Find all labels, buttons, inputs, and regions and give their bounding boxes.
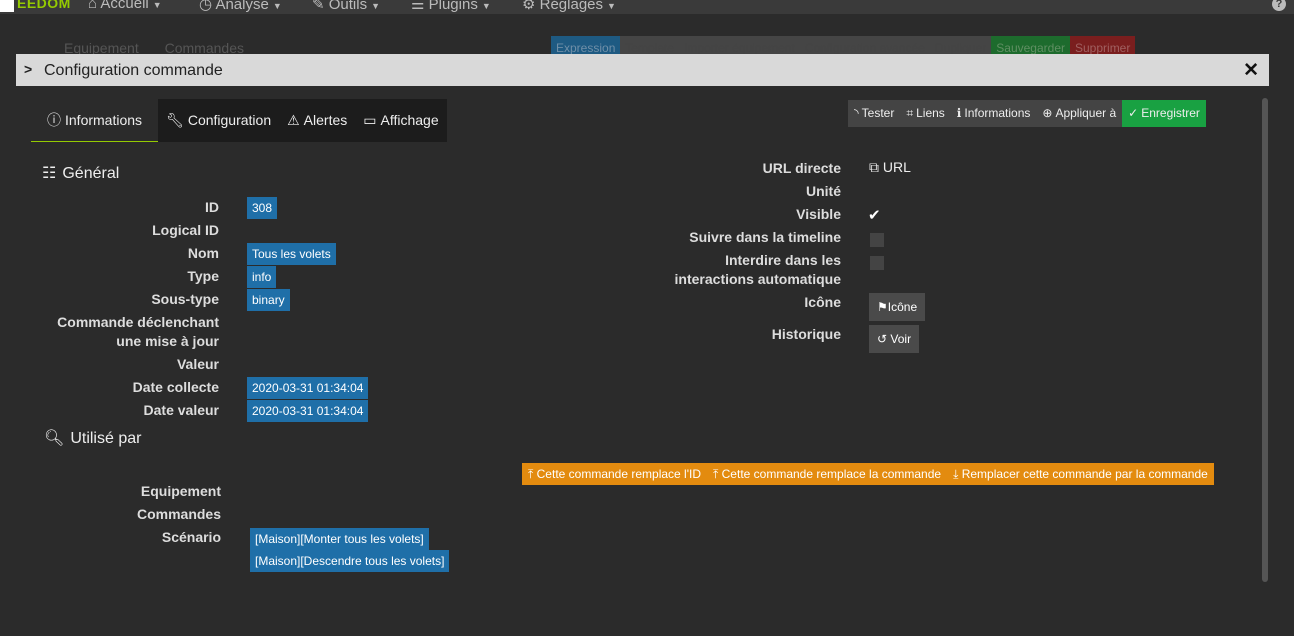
rss-icon: ◝ (854, 106, 859, 120)
unite-label: Unité (806, 183, 841, 199)
history-view-button[interactable]: ↺ Voir (869, 325, 920, 353)
interdire-label: Interdire dans les interactions automatiq… (674, 252, 841, 287)
replace-by-command-button[interactable]: ⤓ Remplacer cette commande par la comman… (947, 463, 1214, 485)
scenario-link[interactable]: [Maison][Monter tous les volets] (250, 528, 429, 550)
close-icon[interactable]: ✕ (1243, 59, 1259, 82)
apply-to-button[interactable]: ⊕ Appliquer à (1036, 100, 1123, 127)
plus-circle-icon: ⊕ (1042, 106, 1053, 120)
date-valeur-value: 2020-03-31 01:34:04 (247, 400, 369, 422)
replace-buttons: ⤒ Cette commande remplace l'ID ⤒ Cette c… (522, 463, 1214, 485)
help-icon[interactable]: ? (1272, 0, 1286, 11)
date-collecte-value: 2020-03-31 01:34:04 (247, 377, 369, 399)
informations-button[interactable]: ℹ Informations (950, 100, 1037, 127)
info-circle-icon: ⓘ (47, 112, 61, 128)
valeur-label: Valeur (176, 356, 219, 372)
upload-icon: ⤒ (713, 467, 722, 481)
top-navbar: EEDOM ⌂ Accueil ▼ ◷ Analyse ▼ ✎ Outils ▼ ☰ … (0, 0, 1294, 14)
wrench-icon: ✎ (312, 0, 329, 13)
flag-icon: ⚑ (877, 300, 888, 314)
save-button[interactable]: ✓ Enregistrer (1122, 100, 1206, 127)
check-circle-icon: ✓ (1128, 106, 1139, 120)
soustype-value: binary (247, 289, 290, 311)
caret-down-icon: ▼ (607, 1, 616, 11)
replace-command-button[interactable]: ⤒ Cette commande remplace la commande (707, 463, 947, 485)
nav-analyse[interactable]: ◷ Analyse ▼ (199, 0, 282, 13)
history-icon: ↺ (877, 332, 891, 346)
app-logo[interactable]: EEDOM (0, 0, 71, 14)
logical-id-label: Logical ID (152, 222, 219, 238)
download-icon: ⤓ (953, 467, 962, 481)
modal-header: > Configuration commande ✕ (16, 54, 1269, 86)
desktop-icon: ▭ (363, 112, 377, 128)
modal-scrollbar[interactable] (1262, 98, 1268, 582)
external-link-icon: ⧉ (869, 159, 883, 175)
section-general-title: ☷ Général (42, 165, 120, 182)
gear-icon: ⚙ (522, 0, 540, 13)
nav-reglages[interactable]: ⚙ Réglages ▼ (522, 0, 616, 13)
warning-icon: ⚠ (287, 112, 300, 128)
tab-informations[interactable]: ⓘ Informations (31, 99, 159, 142)
commandes-label: Commandes (136, 506, 221, 522)
search-icon: 🔍︎ (44, 430, 65, 447)
logo-mark-icon (0, 0, 14, 12)
trigger-label: Commande déclenchant une mise à jour (57, 314, 219, 349)
upload-icon: ⤒ (528, 467, 537, 481)
tab-affichage[interactable]: ▭ Affichage (355, 99, 447, 142)
tab-alertes[interactable]: ⚠ Alertes (279, 99, 356, 142)
nom-label: Nom (187, 245, 219, 261)
icone-label: Icône (804, 294, 841, 310)
id-value: 308 (247, 197, 278, 219)
scenario-label: Scénario (161, 529, 221, 545)
modal-title: Configuration commande (44, 62, 223, 79)
caret-down-icon: ▼ (152, 0, 162, 10)
date-valeur-label: Date valeur (143, 402, 219, 418)
chevron-right-icon: > (24, 61, 33, 77)
links-button[interactable]: ⌗ Liens (900, 100, 951, 127)
tab-configuration[interactable]: 🔧︎ Configuration (158, 99, 280, 142)
url-link[interactable]: ⧉ URL (869, 159, 911, 176)
type-value: info (247, 266, 277, 288)
id-label: ID (205, 199, 219, 215)
caret-down-icon: ▼ (371, 1, 381, 11)
visible-label: Visible (796, 206, 841, 222)
caret-down-icon: ▼ (272, 1, 282, 11)
icon-button[interactable]: ⚑Icône (869, 293, 926, 321)
scenario-link[interactable]: [Maison][Descendre tous les volets] (250, 550, 450, 572)
list-alt-icon: ☷ (42, 165, 57, 182)
caret-down-icon: ▼ (481, 1, 491, 11)
command-config-modal: > Configuration commande ✕ ⓘ Informations… (16, 54, 1269, 586)
nav-plugins[interactable]: ☰ Plugins ▼ (411, 0, 491, 13)
interdire-checkbox[interactable] (870, 256, 884, 270)
url-label: URL directe (762, 160, 841, 176)
nav-outils[interactable]: ✎ Outils ▼ (312, 0, 380, 13)
list-icon: ☰ (411, 0, 429, 13)
dashboard-icon: ◷ (199, 0, 216, 13)
type-label: Type (187, 268, 219, 284)
timeline-checkbox[interactable] (870, 233, 884, 247)
date-collecte-label: Date collecte (132, 379, 219, 395)
modal-tabs: ⓘ Informations 🔧︎ Configuration ⚠ Alertes ▭… (31, 99, 447, 142)
home-icon: ⌂ (88, 0, 101, 12)
equipement-label: Equipement (140, 483, 221, 499)
soustype-label: Sous-type (151, 291, 219, 307)
historique-label: Historique (771, 326, 841, 342)
nom-value: Tous les volets (247, 243, 336, 265)
section-used-by-title: 🔍︎ Utilisé par (44, 430, 142, 447)
sitemap-icon: ⌗ (906, 106, 914, 120)
wrench-icon: 🔧︎ (166, 112, 184, 128)
timeline-label: Suivre dans la timeline (689, 229, 841, 245)
modal-actions: ◝ Tester ⌗ Liens ℹ Informations ⊕ Appliquer … (848, 100, 1206, 127)
test-button[interactable]: ◝ Tester (848, 100, 901, 127)
replace-id-button[interactable]: ⤒ Cette commande remplace l'ID (522, 463, 707, 485)
nav-accueil[interactable]: ⌂ Accueil ▼ (88, 0, 162, 12)
info-icon: ℹ (956, 106, 962, 120)
visible-checkbox[interactable]: ✔ (868, 206, 881, 224)
